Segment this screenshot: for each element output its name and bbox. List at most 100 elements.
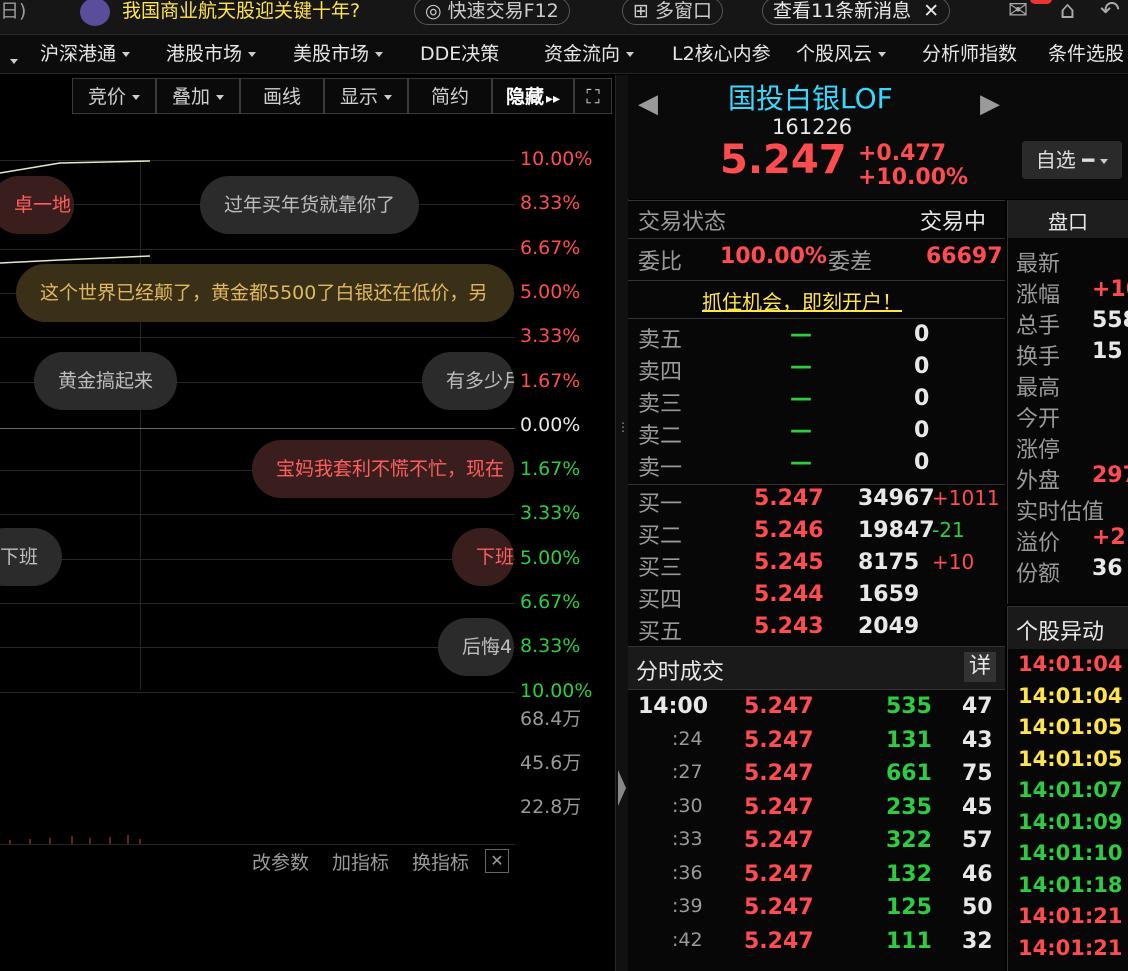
ask-level-label: 卖二 <box>638 424 683 449</box>
ask-price: — <box>790 322 812 347</box>
menu-stock-news[interactable]: 个股风云 <box>796 35 887 73</box>
mover-time[interactable]: 14:01:04 <box>1018 684 1122 708</box>
order-book: 交易状态 交易中 委比 100.00% 委差 66697 抓住机会，即刻开户！ … <box>628 200 1005 646</box>
mover-time[interactable]: 14:01:04 <box>1018 652 1122 676</box>
bid-level-label: 买一 <box>638 492 683 517</box>
close-icon[interactable]: ✕ <box>923 0 939 22</box>
overlay-dropdown[interactable]: 叠加 <box>156 78 240 114</box>
chevron-down-icon[interactable] <box>10 51 18 70</box>
order-ratio-label: 委比 <box>638 250 683 275</box>
menu-fund-flow[interactable]: 资金流向 <box>544 35 635 73</box>
tick-time: 14:00 <box>638 694 709 719</box>
news-avatar-icon <box>80 0 110 26</box>
volume-axis-label: 22.8万 <box>520 796 582 818</box>
mover-time[interactable]: 14:01:21 <box>1018 904 1122 928</box>
edit-params-link[interactable]: 改参数 <box>252 848 309 875</box>
pct-axis-label: 1.67% <box>520 458 581 481</box>
messages-label: 查看11条新消息 <box>773 0 912 22</box>
pct-axis-label: 5.00% <box>520 280 581 303</box>
fullscreen-icon[interactable]: ⛶ <box>574 78 612 114</box>
pankou-tab[interactable]: 盘口 <box>1048 206 1088 235</box>
tick-volume: 132 <box>886 861 932 887</box>
add-indicator-link[interactable]: 加指标 <box>332 848 389 875</box>
movers-panel: 个股异动 14:01:04 14:01:04 14:01:05 14:01:05 14:… <box>1007 606 1128 971</box>
ask-volume: 0 <box>914 386 930 411</box>
ask-volume: 0 <box>914 450 930 475</box>
pankou-label: 换手 <box>1016 345 1061 370</box>
home-icon[interactable]: ⌂ <box>1060 0 1075 24</box>
hide-button[interactable]: 隐藏 ▸▸ <box>492 78 574 114</box>
mover-time[interactable]: 14:01:05 <box>1018 715 1122 739</box>
gridline <box>0 558 515 560</box>
auction-dropdown[interactable]: 竞价 <box>72 78 156 114</box>
bid-price: 5.247 <box>754 486 824 511</box>
back-icon[interactable]: ↶ <box>1100 0 1120 24</box>
ask-level-label: 卖三 <box>638 392 683 417</box>
switch-indicator-link[interactable]: 换指标 <box>412 848 469 875</box>
pankou-label: 涨停 <box>1016 438 1061 463</box>
simple-mode-button[interactable]: 简约 <box>408 78 492 114</box>
bid-delta: -21 <box>932 518 965 542</box>
mover-time[interactable]: 14:01:21 <box>1018 936 1122 960</box>
prev-stock-icon[interactable]: ◀ <box>638 89 658 119</box>
tick-count: 75 <box>962 761 993 786</box>
bid-volume: 2049 <box>858 614 920 639</box>
tick-time: :33 <box>672 828 703 850</box>
news-headline[interactable]: 我国商业航天股迎关键十年? <box>122 0 360 28</box>
menu-stock-screener[interactable]: 条件选股 <box>1048 35 1124 73</box>
display-dropdown[interactable]: 显示 <box>324 78 408 114</box>
tick-count: 43 <box>962 727 993 753</box>
danmaku-bubble: 下班 <box>0 528 63 586</box>
mover-time[interactable]: 14:01:09 <box>1018 810 1122 834</box>
volume-bars <box>9 835 141 844</box>
tick-count: 57 <box>962 828 993 853</box>
intraday-chart[interactable]: 卓一地 过年买年货就靠你了 这个世界已经颠了，黄金都5500了白银还在低价，另 … <box>0 118 515 874</box>
pct-axis-label: 5.00% <box>520 546 581 569</box>
pct-axis-label: 6.67% <box>520 591 581 613</box>
bid-level-label: 买四 <box>638 588 683 613</box>
gridline <box>0 691 515 693</box>
danmaku-bubble: 宝妈我套利不慌不忙，现在 <box>252 440 514 498</box>
menu-analyst-index[interactable]: 分析师指数 <box>922 35 1017 73</box>
open-account-link[interactable]: 抓住机会，即刻开户！ <box>702 286 902 315</box>
mover-time[interactable]: 14:01:18 <box>1018 873 1122 897</box>
multi-window-button[interactable]: ⊞ 多窗口 <box>622 0 723 25</box>
pankou-value: +2 <box>1092 525 1126 550</box>
watchlist-dropdown[interactable]: 自选 ━ <box>1022 141 1122 179</box>
pankou-label: 溢价 <box>1016 531 1061 556</box>
close-indicator-icon[interactable]: ✕ <box>485 849 509 873</box>
ask-volume: 0 <box>914 418 930 443</box>
mail-icon[interactable]: ✉ <box>1008 0 1028 24</box>
menu-hk-connect[interactable]: 沪深港通 <box>40 35 131 73</box>
menu-bar: 沪深港通 港股市场 美股市场 DDE决策 资金流向 L2核心内参 个股风云 分析… <box>0 35 1128 74</box>
tick-time: :39 <box>672 895 703 917</box>
mover-time[interactable]: 14:01:10 <box>1018 841 1122 865</box>
menu-dde[interactable]: DDE决策 <box>420 35 499 73</box>
gridline <box>0 514 515 516</box>
pct-axis-label: 8.33% <box>520 192 581 215</box>
menu-hk-market[interactable]: 港股市场 <box>166 35 257 73</box>
quick-trade-button[interactable]: ◎ 快速交易F12 <box>414 0 570 25</box>
pankou-value: 297 <box>1092 463 1128 488</box>
panel-splitter[interactable] <box>615 75 629 971</box>
bid-delta: +1011 <box>932 486 1000 510</box>
collapse-arrow-icon[interactable] <box>618 770 626 806</box>
mover-time[interactable]: 14:01:05 <box>1018 747 1122 771</box>
pankou-label: 外盘 <box>1016 469 1061 494</box>
mover-time[interactable]: 14:01:07 <box>1018 778 1122 802</box>
grid-icon: ⊞ <box>633 0 649 22</box>
menu-l2-insights[interactable]: L2核心内参 <box>672 35 771 73</box>
danmaku-bubble: 黄金搞起来 <box>34 352 178 410</box>
messages-button[interactable]: 查看11条新消息 ✕ <box>762 0 951 25</box>
tick-price: 5.247 <box>744 928 814 954</box>
menu-us-market[interactable]: 美股市场 <box>293 35 384 73</box>
next-stock-icon[interactable]: ▶ <box>980 89 1000 119</box>
pct-axis-label: 1.67% <box>520 369 581 392</box>
bid-price: 5.244 <box>754 582 824 607</box>
pct-axis-label: 3.33% <box>520 502 581 525</box>
bid-level-label: 买二 <box>638 524 683 549</box>
detail-button[interactable]: 详 <box>964 652 996 682</box>
pankou-label: 今开 <box>1016 407 1061 432</box>
draw-line-button[interactable]: 画线 <box>240 78 324 114</box>
volume-axis-label: 68.4万 <box>520 708 582 730</box>
